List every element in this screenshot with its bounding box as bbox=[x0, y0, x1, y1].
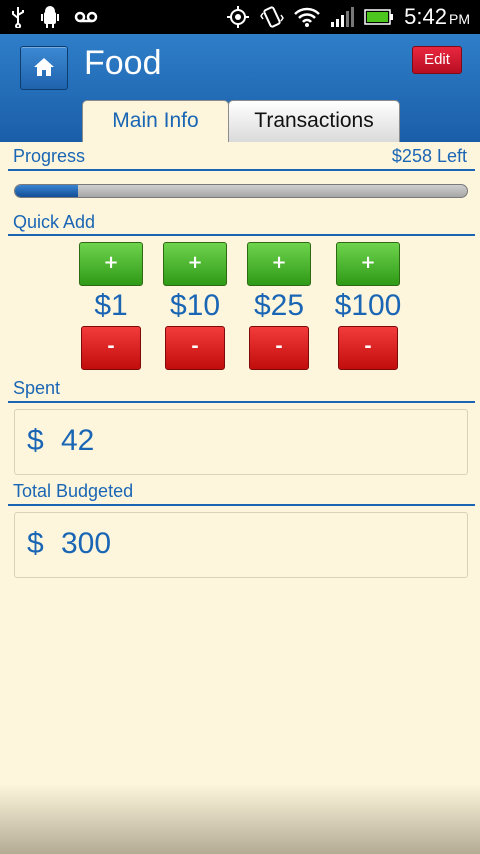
total-budgeted-field[interactable]: $ 300 bbox=[14, 512, 468, 578]
quick-add-100: + $100 - bbox=[335, 242, 401, 370]
currency-symbol: $ bbox=[27, 527, 44, 560]
spent-label: Spent bbox=[13, 378, 61, 398]
progress-fill bbox=[15, 185, 79, 197]
spent-field[interactable]: $ 42 bbox=[14, 409, 468, 475]
currency-symbol: $ bbox=[27, 424, 44, 457]
progress-label: Progress bbox=[13, 146, 86, 166]
app-header: Food Edit Main Info Transactions bbox=[0, 34, 480, 143]
quick-add-1: + $1 - bbox=[79, 242, 143, 370]
remaining-amount: $258 Left bbox=[391, 146, 467, 166]
quick-add-10: + $10 - bbox=[163, 242, 227, 370]
add-1-button[interactable]: + bbox=[79, 242, 143, 286]
battery-icon bbox=[364, 9, 394, 25]
page-title: Food bbox=[84, 44, 162, 82]
add-10-button[interactable]: + bbox=[163, 242, 227, 286]
divider bbox=[8, 504, 475, 506]
android-debug-icon bbox=[41, 6, 59, 28]
quick-amount: $100 bbox=[334, 289, 402, 322]
edit-button[interactable]: Edit bbox=[412, 46, 462, 74]
add-25-button[interactable]: + bbox=[247, 242, 311, 286]
subtract-1-button[interactable]: - bbox=[81, 326, 141, 370]
gps-icon bbox=[227, 6, 250, 28]
quick-add-25: + $25 - bbox=[247, 242, 311, 370]
total-budgeted-value: 300 bbox=[61, 527, 112, 560]
subtract-100-button[interactable]: - bbox=[338, 326, 398, 370]
tab-transactions[interactable]: Transactions bbox=[228, 100, 400, 143]
total-budgeted-label: Total Budgeted bbox=[13, 481, 134, 501]
voicemail-icon bbox=[74, 11, 98, 23]
home-button[interactable] bbox=[20, 46, 68, 90]
status-time: 5:42 PM bbox=[404, 4, 470, 29]
status-left-icons bbox=[10, 6, 98, 28]
subtract-25-button[interactable]: - bbox=[249, 326, 309, 370]
signal-icon bbox=[331, 7, 355, 27]
vibrate-icon bbox=[260, 6, 285, 28]
usb-icon bbox=[12, 7, 24, 28]
divider bbox=[8, 234, 475, 236]
status-bar: 5:42 PM bbox=[0, 0, 480, 34]
wifi-icon bbox=[294, 7, 321, 27]
home-icon bbox=[34, 58, 54, 76]
divider bbox=[8, 169, 475, 171]
budget-progress-bar bbox=[14, 184, 468, 198]
quick-add-label: Quick Add bbox=[13, 212, 96, 232]
tab-main-info[interactable]: Main Info bbox=[82, 100, 229, 143]
add-100-button[interactable]: + bbox=[336, 242, 400, 286]
main-info-panel: Progress $258 Left Quick Add + $1 - + $1… bbox=[0, 142, 480, 854]
status-right-icons: 5:42 PM bbox=[226, 4, 470, 30]
divider bbox=[8, 401, 475, 403]
spent-value: 42 bbox=[61, 424, 95, 457]
subtract-10-button[interactable]: - bbox=[165, 326, 225, 370]
